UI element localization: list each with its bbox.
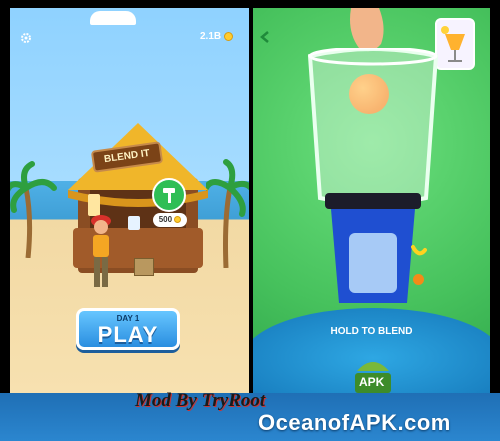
- hold-to-blend-label: HOLD TO BLEND: [330, 326, 413, 337]
- shop-screen: 2.1B BLEND IT 500 DAY 1 PLAY: [10, 8, 249, 393]
- coin-icon: [174, 216, 182, 224]
- palm-tree-left: [10, 161, 57, 258]
- play-label: PLAY: [97, 322, 159, 347]
- site-watermark: OceanofAPK.com: [258, 410, 451, 435]
- cocktail-icon: [441, 26, 465, 62]
- shopkeeper-character: [91, 215, 111, 287]
- blender-jar: [308, 48, 438, 206]
- gear-icon[interactable]: [20, 32, 32, 44]
- upgrade-badge[interactable]: [152, 178, 186, 212]
- blender-base: [325, 193, 421, 303]
- crate: [134, 258, 154, 276]
- cloud: [90, 11, 136, 25]
- upgrade-cost: 500: [153, 213, 187, 227]
- palm-tree-right: [206, 159, 249, 268]
- target-drink-card: [435, 18, 475, 70]
- hut-sign-label: BLEND IT: [103, 147, 151, 166]
- upgrade-cost-value: 500: [158, 215, 173, 224]
- orange-icon: [413, 274, 424, 285]
- android-apk-logo: APK: [343, 353, 403, 393]
- coin-value: 2.1B: [200, 31, 222, 42]
- hammer-icon: [163, 188, 175, 203]
- back-chevron-icon[interactable]: [259, 30, 271, 44]
- coin-icon: [223, 31, 233, 41]
- coin-counter: 2.1B: [200, 31, 233, 42]
- banana-icon: [411, 245, 427, 256]
- apk-label: APK: [359, 375, 385, 389]
- mod-watermark: Mod By TryRoot: [135, 390, 266, 411]
- play-button[interactable]: DAY 1 PLAY: [76, 308, 180, 350]
- blend-screen: HOLD TO BLEND APK: [253, 8, 490, 393]
